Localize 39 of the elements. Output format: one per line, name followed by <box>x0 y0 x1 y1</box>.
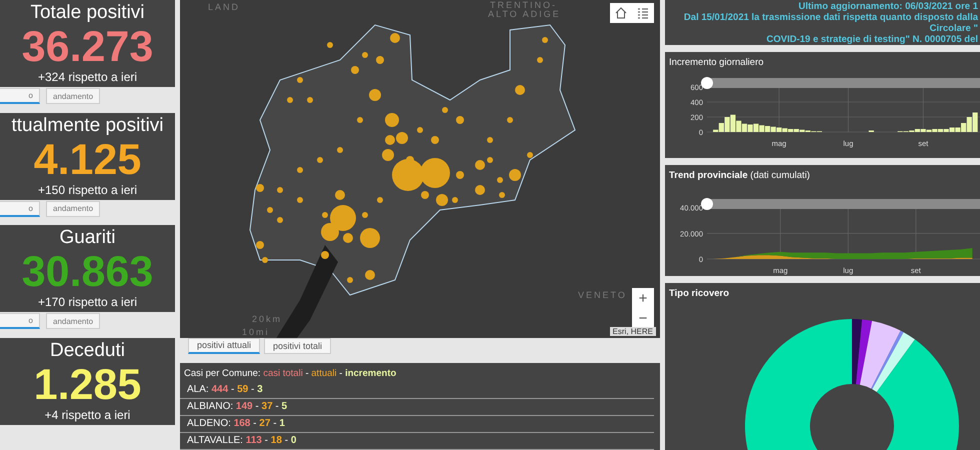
list-row[interactable]: ALTAVALLE: 113 - 18 - 0 <box>180 433 654 450</box>
stat-title: Totale positivi <box>30 2 145 24</box>
map-attribution: Esri, HERE <box>610 326 656 336</box>
stat-title: Deceduti <box>50 340 125 362</box>
stat-delta: +170 rispetto a ieri <box>38 295 138 310</box>
tab[interactable]: o <box>0 313 40 330</box>
tab[interactable]: andamento <box>46 88 100 104</box>
list-row[interactable]: ALBIANO: 149 - 37 - 5 <box>180 399 654 416</box>
list-header: Casi per Comune: casi totali - attuali - incremento <box>183 367 398 381</box>
map-label: 20km <box>252 314 282 324</box>
stat-value: 1.285 <box>34 362 142 408</box>
panel-title: Incremento giornaliero <box>668 56 765 70</box>
stat-value: 30.863 <box>22 249 154 296</box>
map-label: TRENTINO- <box>490 0 557 10</box>
stat-delta: +324 rispetto a ieri <box>38 70 138 86</box>
tab[interactable]: andamento <box>46 200 100 217</box>
stat-delta: +150 rispetto a ieri <box>38 182 138 198</box>
tab[interactable]: o <box>0 200 40 217</box>
stat-value: 36.273 <box>22 24 154 70</box>
tab[interactable]: positivi attuali <box>188 338 260 354</box>
map-label: VENETO <box>578 290 627 300</box>
tab[interactable]: positivi totali <box>264 338 332 354</box>
stat-delta: +4 rispetto a ieri <box>44 408 130 423</box>
panel-title: Tipo ricovero <box>668 286 730 301</box>
map-label: ALTO ADIGE <box>488 9 561 19</box>
map-label: LAND <box>208 2 240 12</box>
map-label: 10mi <box>242 327 270 337</box>
tab[interactable]: o <box>0 88 40 104</box>
range-slider-handle[interactable] <box>701 77 713 89</box>
tab[interactable]: andamento <box>46 313 100 330</box>
stat-value: 4.125 <box>34 136 142 183</box>
list-row[interactable]: ALDENO: 168 - 27 - 1 <box>180 416 654 433</box>
update-notice: Ultimo aggiornamento: 06/03/2021 ore 1 Dal 15/01/2021 la trasmissione dati rispetta quanto disposto dalla Circolare " COVID-19 e strategie di testing" N. 0000705 del <box>665 0 980 45</box>
panel-title: Trend provinciale (dati cumulati) <box>668 168 811 183</box>
map[interactable]: TRENTINO- ALTO ADIGE VENETO LAND 20km 10mi + − Esri, HERE <box>180 0 660 338</box>
range-slider-handle[interactable] <box>701 198 713 210</box>
stat-title: ttualmente positivi <box>11 114 164 137</box>
stat-title: Guariti <box>60 227 116 250</box>
list-row[interactable]: ALA: 444 - 59 - 3 <box>180 382 654 399</box>
